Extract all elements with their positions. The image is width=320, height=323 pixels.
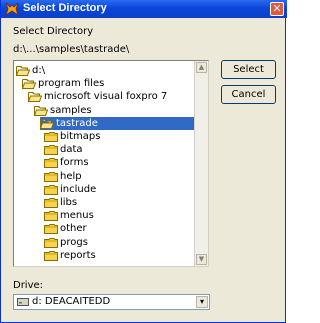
tree-node[interactable]: other [44,222,87,235]
folder-icon [44,250,58,261]
tree-node-label: menus [60,210,94,222]
tree-node-label: data [60,144,83,156]
tree-node-label: microsoft visual foxpro 7 [44,91,168,103]
tree-node[interactable]: program files [22,77,104,90]
foxpro-icon [5,2,19,16]
tree-node-label: progs [60,236,88,248]
folder-icon [44,237,58,248]
prompt-label: Select Directory [13,26,94,37]
directory-tree[interactable]: d:\ program files microsoft visual foxpro … [13,60,209,267]
tree-node-label: help [60,170,82,182]
tree-node-label: samples [50,104,92,116]
folder-icon [44,158,58,169]
select-directory-dialog: Select Directory ✕ Select Directory d:\.… [0,0,287,323]
select-button[interactable]: Select [221,60,276,79]
tree-node-label: forms [60,157,89,169]
tree-node[interactable]: bitmaps [44,130,100,143]
tree-node[interactable]: libs [44,196,77,209]
tree-node[interactable]: samples [34,104,92,117]
open-folder-icon [16,66,30,76]
tree-node[interactable]: d:\ [16,64,45,77]
drive-icon [17,298,29,306]
tree-node-label: reports [60,249,96,261]
folder-icon [44,224,58,235]
tree-node-label: bitmaps [60,131,101,142]
window-title: Select Directory [23,2,107,14]
folder-icon [44,184,58,195]
open-folder-icon [28,92,42,103]
scroll-up-icon[interactable]: ▲ [196,62,207,73]
open-folder-icon [22,79,36,90]
folder-icon [44,198,58,208]
tree-node-label: other [60,223,87,235]
tree-node[interactable]: progs [44,236,88,249]
tree-node-label: program files [38,78,105,90]
drive-label: Drive: [13,280,44,291]
tree-node[interactable]: forms [44,156,89,169]
tree-node-selected[interactable]: tastrade [40,116,194,130]
current-path: d:\...\samples\tastrade\ [13,44,130,55]
scroll-down-icon[interactable]: ▼ [196,254,207,265]
tree-node[interactable]: include [44,183,96,196]
tree-scrollbar[interactable]: ▲ ▼ [194,61,208,266]
open-folder-icon [34,105,48,116]
tree-node[interactable]: microsoft visual foxpro 7 [28,90,167,103]
title-bar: Select Directory ✕ [1,0,287,18]
open-folder-icon [40,118,54,129]
folder-icon [44,171,58,182]
close-button[interactable]: ✕ [270,2,284,16]
tree-node[interactable]: help [44,170,82,183]
tree-node-label: include [60,183,97,195]
tree-node-label: libs [60,197,78,208]
chevron-down-icon[interactable]: ▾ [196,296,208,308]
folder-icon [44,132,58,142]
folder-icon [44,211,58,222]
folder-icon [44,145,58,156]
drive-select[interactable]: d: DEACAITEDD ▾ [13,294,210,310]
tree-node[interactable]: data [44,143,83,156]
cancel-button[interactable]: Cancel [221,85,276,104]
tree-node[interactable]: reports [44,249,96,262]
tree-node[interactable]: menus [44,209,94,222]
tree-node-label: tastrade [56,117,98,129]
tree-node-label: d:\ [32,65,46,76]
drive-value: d: DEACAITEDD [32,296,111,307]
